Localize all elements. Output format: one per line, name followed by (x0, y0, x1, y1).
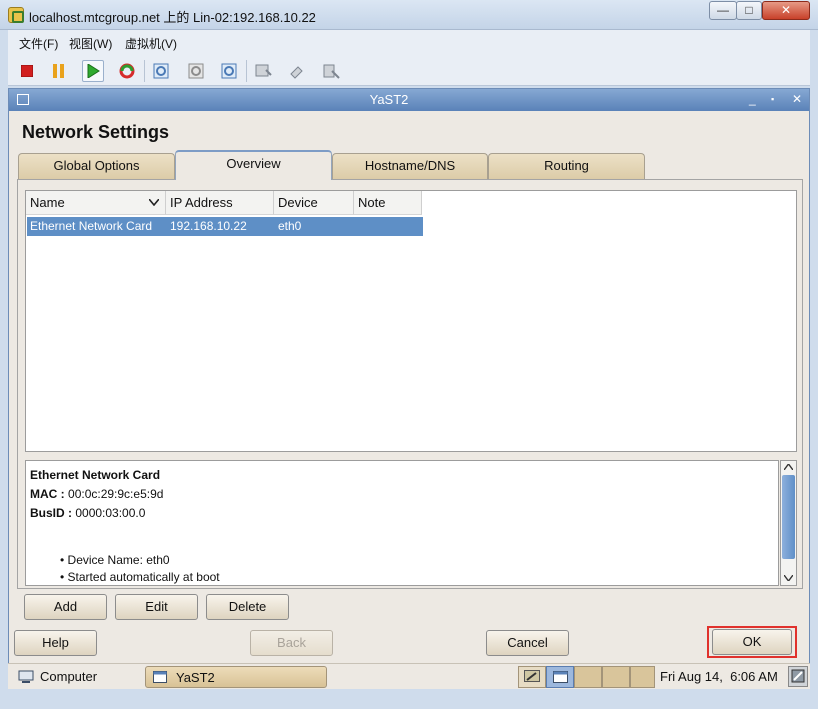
taskbar-window-yast2[interactable]: YaST2 (145, 666, 327, 688)
busid-value: 0000:03:00.0 (75, 506, 146, 520)
device-details: Ethernet Network Card MAC : 00:0c:29:9c:… (25, 460, 779, 586)
help-button[interactable]: Help (14, 630, 97, 656)
ok-button[interactable]: OK (712, 629, 792, 655)
power-on-icon[interactable] (82, 60, 104, 82)
taskbar-window-label: YaST2 (176, 670, 215, 685)
ok-highlight: OK (707, 626, 797, 658)
back-button[interactable]: Back (250, 630, 333, 656)
column-header-name[interactable]: Name (26, 191, 166, 215)
vm-window-titlebar: localhost.mtcgroup.net 上的 Lin-02:192.168… (0, 0, 818, 30)
tab-routing[interactable]: Routing (488, 153, 645, 179)
workspace-4[interactable] (630, 666, 655, 688)
cancel-button[interactable]: Cancel (486, 630, 569, 656)
network-status-icon[interactable] (788, 666, 808, 687)
toolbar (8, 54, 810, 86)
workspace-3[interactable] (602, 666, 630, 688)
close-button[interactable]: ✕ (762, 1, 810, 20)
computer-icon (18, 670, 34, 683)
cell-ip: 192.168.10.22 (170, 219, 247, 233)
add-button[interactable]: Add (24, 594, 107, 620)
maximize-button[interactable]: □ (736, 1, 762, 20)
reset-icon[interactable] (116, 60, 138, 82)
table-row[interactable]: Ethernet Network Card 192.168.10.22 eth0 (27, 217, 423, 236)
gnome-taskbar: Computer YaST2 Fri Aug 14, 6:06 AM (8, 663, 810, 689)
workspace-1[interactable] (546, 666, 574, 688)
menu-vm[interactable]: 虚拟机(V) (125, 35, 177, 52)
bullet-text: Started automatically at boot (67, 570, 220, 584)
details-scrollbar[interactable] (780, 460, 797, 586)
vsphere-app-icon (8, 7, 24, 23)
snapshot-manager-icon[interactable] (218, 60, 240, 82)
yast-minimize-button[interactable]: _ (749, 92, 756, 106)
yast-title: YaST2 (369, 92, 409, 107)
scroll-down-icon[interactable] (784, 575, 793, 581)
snapshot-icon[interactable] (150, 60, 172, 82)
column-header-note[interactable]: Note (354, 191, 422, 215)
list-item: • Started automatically at boot (60, 570, 220, 584)
vm-console-icon[interactable] (252, 60, 274, 82)
clock[interactable]: Fri Aug 14, 6:06 AM (660, 669, 778, 684)
column-label: Name (30, 195, 65, 210)
delete-button[interactable]: Delete (206, 594, 289, 620)
yast-close-button[interactable]: ✕ (792, 92, 802, 106)
scroll-up-icon[interactable] (784, 464, 793, 470)
busid-label: BusID : (30, 506, 72, 520)
column-header-ip[interactable]: IP Address (166, 191, 274, 215)
menubar: 文件(F) 视图(W) 虚拟机(V) (8, 30, 810, 54)
vm-window-title: localhost.mtcgroup.net 上的 Lin-02:192.168… (29, 10, 316, 25)
yast-window: YaST2 _ ▪ ✕ Network Settings Global Opti… (8, 88, 810, 688)
toolbar-separator (144, 60, 145, 82)
revert-snapshot-icon[interactable] (185, 60, 207, 82)
mac-line: MAC : 00:0c:29:9c:e5:9d (30, 487, 163, 501)
mac-value: 00:0c:29:9c:e5:9d (68, 487, 164, 501)
cell-device: eth0 (278, 219, 302, 233)
menu-file[interactable]: 文件(F) (19, 35, 58, 52)
list-item: • Device Name: eth0 (60, 553, 170, 567)
busid-line: BusID : 0000:03:00.0 (30, 506, 145, 520)
cell-name: Ethernet Network Card (30, 219, 153, 233)
edit-button[interactable]: Edit (115, 594, 198, 620)
column-header-device[interactable]: Device (274, 191, 354, 215)
mac-label: MAC : (30, 487, 65, 501)
tab-global-options[interactable]: Global Options (18, 153, 175, 179)
vm-settings-icon[interactable] (286, 60, 308, 82)
computer-menu[interactable]: Computer (40, 669, 97, 684)
network-card-table[interactable]: Name IP Address Device Note Ethernet Net… (25, 190, 797, 452)
bullet-text: Device Name: eth0 (67, 553, 170, 567)
power-off-icon[interactable] (16, 60, 38, 82)
tab-hostname-dns[interactable]: Hostname/DNS (332, 153, 488, 179)
scrollbar-thumb[interactable] (782, 475, 795, 559)
menu-view[interactable]: 视图(W) (69, 35, 112, 52)
chevron-down-icon (149, 199, 159, 206)
details-title: Ethernet Network Card (30, 468, 161, 482)
window-icon (153, 671, 167, 683)
tab-overview[interactable]: Overview (175, 150, 332, 180)
suspend-icon[interactable] (48, 60, 70, 82)
page-title: Network Settings (22, 122, 170, 142)
minimize-button[interactable]: — (709, 1, 737, 20)
yast-titlebar: YaST2 _ ▪ ✕ (9, 89, 809, 111)
toolbar-separator (246, 60, 247, 82)
show-desktop-icon[interactable] (518, 666, 546, 688)
yast-maximize-button[interactable]: ▪ (771, 94, 774, 104)
workspace-2[interactable] (574, 666, 602, 688)
vm-devices-icon[interactable] (320, 60, 342, 82)
overview-panel: Name IP Address Device Note Ethernet Net… (17, 179, 803, 589)
